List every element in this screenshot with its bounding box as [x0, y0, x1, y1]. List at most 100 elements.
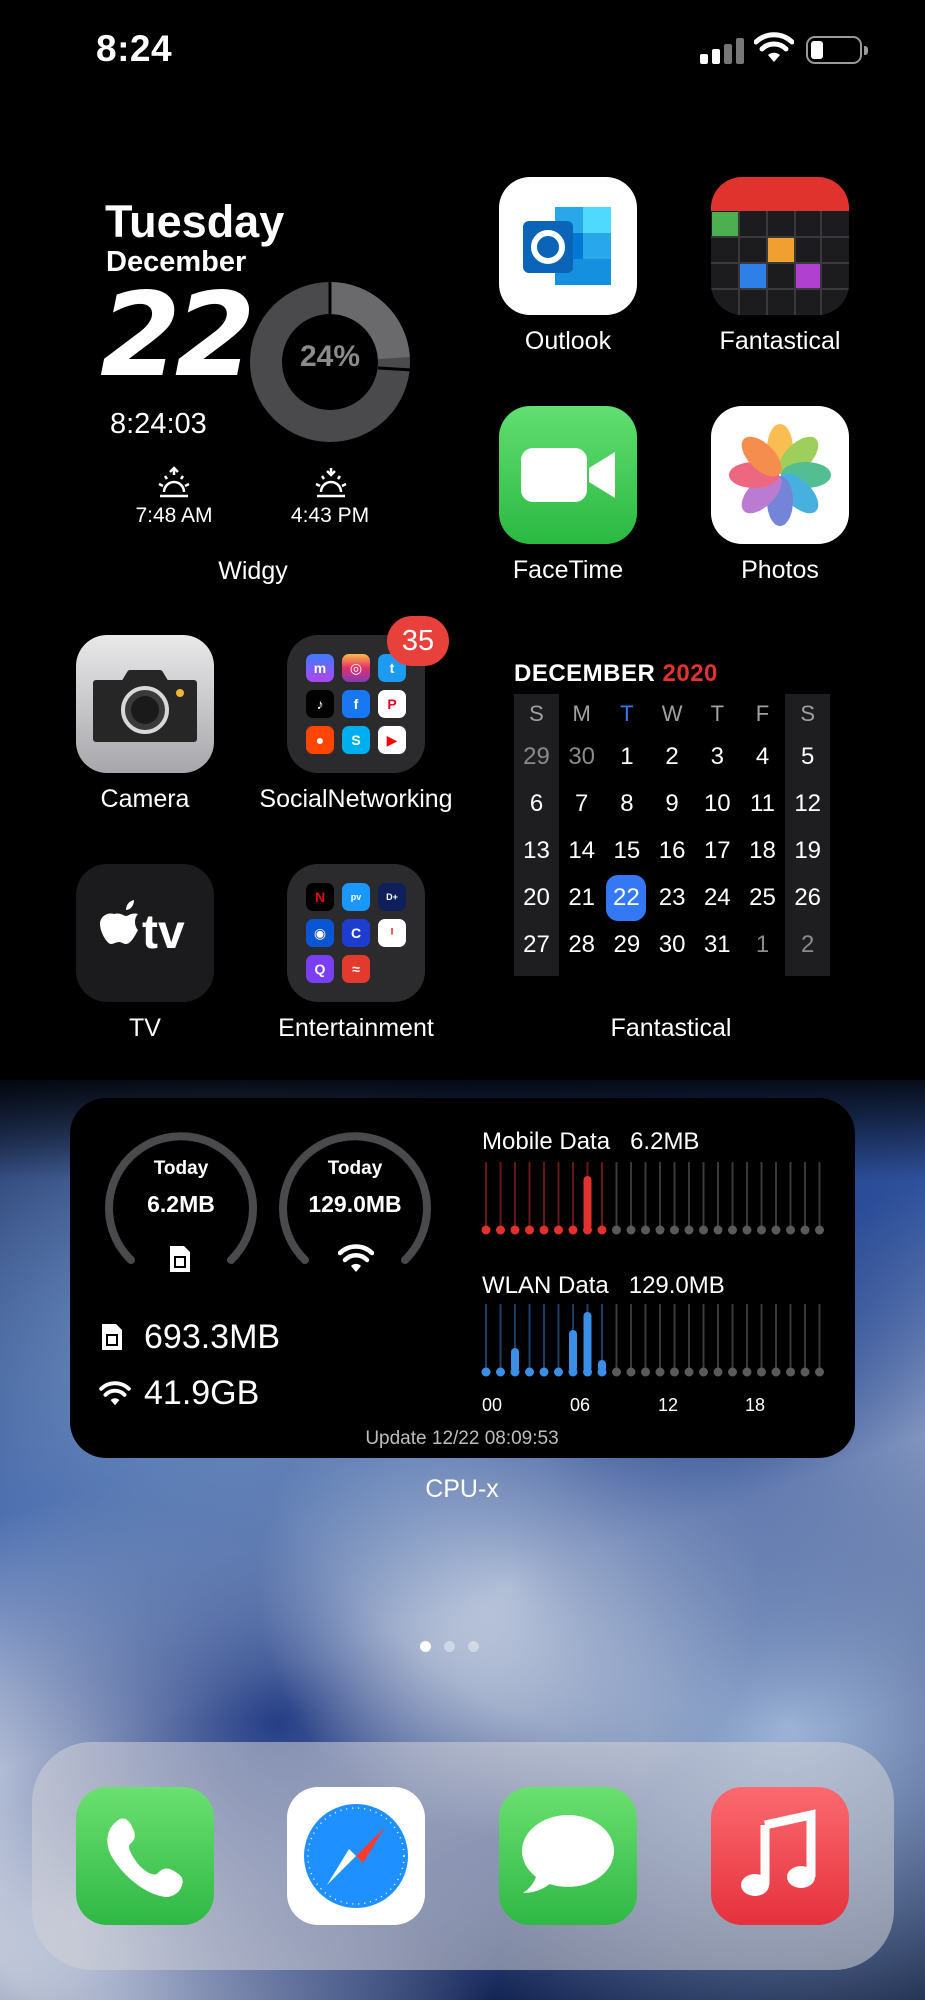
page-dot-active[interactable]	[420, 1641, 431, 1652]
chart-point	[554, 1225, 563, 1235]
chart-point	[612, 1367, 621, 1377]
camera-app-icon[interactable]	[76, 635, 214, 773]
fantastical-app-icon[interactable]	[711, 177, 849, 315]
mobile-today-value: 6.2MB	[147, 1191, 215, 1217]
calendar-day[interactable]: 6	[514, 781, 559, 827]
outlook-label: Outlook	[524, 327, 612, 355]
calendar-day[interactable]: 30	[650, 922, 695, 968]
mobile-data-title: Mobile Data 6.2MB	[482, 1128, 699, 1156]
photos-app-icon[interactable]	[711, 406, 849, 544]
calendar-day[interactable]: 23	[650, 875, 695, 921]
calendar-day[interactable]: 1	[740, 922, 785, 968]
calendar-day[interactable]: 7	[559, 781, 604, 827]
chart-point	[583, 1225, 592, 1235]
hour-label: 12	[658, 1395, 679, 1415]
wlan-today-value: 129.0MB	[308, 1191, 402, 1217]
widgy-day: Tuesday	[105, 196, 285, 247]
calendar-day[interactable]: 3	[695, 734, 740, 780]
calendar-day[interactable]: 22	[606, 875, 647, 921]
calendar-day[interactable]: 29	[514, 734, 559, 780]
calendar-day[interactable]: 9	[650, 781, 695, 827]
calendar-day[interactable]: 25	[740, 875, 785, 921]
chart-point	[699, 1367, 708, 1377]
social-networking-label: SocialNetworking	[259, 785, 453, 813]
calendar-day[interactable]: 21	[559, 875, 604, 921]
sunset-time: 4:43 PM	[290, 504, 370, 527]
chart-point	[626, 1225, 636, 1235]
sunrise-time: 7:48 AM	[135, 504, 213, 527]
chart-point	[597, 1367, 607, 1377]
skype-icon: S	[342, 726, 370, 754]
chart-point	[568, 1367, 578, 1377]
calendar-day[interactable]: 26	[785, 875, 830, 921]
calendar-weekday: W	[661, 701, 683, 726]
hour-axis: 00 06 12 18	[482, 1395, 765, 1417]
status-time: 8:24	[96, 28, 173, 69]
chart-bar	[583, 1176, 592, 1230]
messages-icon[interactable]	[499, 1787, 637, 1925]
battery-percent: 24%	[299, 340, 361, 373]
outlook-app-icon[interactable]	[499, 177, 637, 315]
calendar-day[interactable]: 28	[559, 922, 604, 968]
chart-point	[510, 1367, 520, 1377]
calendar-day[interactable]: 27	[514, 922, 559, 968]
chart-point	[670, 1367, 679, 1377]
page-dot[interactable]	[468, 1641, 479, 1652]
chart-point	[481, 1225, 491, 1235]
calendar-day[interactable]: 10	[695, 781, 740, 827]
wlan-data-value: 129.0MB	[628, 1272, 725, 1299]
chart-point	[670, 1225, 679, 1235]
disney-plus-icon: D+	[378, 883, 406, 911]
calendar-day[interactable]: 1	[604, 734, 649, 780]
instagram-icon: ◎	[342, 654, 370, 682]
chart-point	[655, 1225, 665, 1235]
crunchyroll-icon: C	[342, 919, 370, 947]
calendar-day[interactable]: 14	[559, 828, 604, 874]
calendar-day[interactable]: 11	[740, 781, 785, 827]
prime-video-icon: pv	[342, 883, 370, 911]
pinterest-icon: P	[378, 690, 406, 718]
chart-point	[481, 1367, 491, 1377]
calendar-day[interactable]: 17	[695, 828, 740, 874]
youtube-icon: ▶	[378, 726, 406, 754]
chart-point	[800, 1225, 810, 1235]
calendar-day[interactable]: 13	[514, 828, 559, 874]
chart-point	[713, 1367, 723, 1377]
notification-badge: 35	[387, 616, 449, 666]
entertainment-folder[interactable]: N pv D+ ◉ C ᴵ Q ≈	[287, 864, 425, 1002]
calendar-day[interactable]: 4	[740, 734, 785, 780]
safari-icon[interactable]	[287, 1787, 425, 1925]
calendar-day[interactable]: 12	[785, 781, 830, 827]
calendar-day[interactable]: 16	[650, 828, 695, 874]
funimation-icon: Q	[306, 955, 334, 983]
calendar-day[interactable]: 18	[740, 828, 785, 874]
calendar-day[interactable]: 15	[604, 828, 649, 874]
calendar-day[interactable]: 2	[785, 922, 830, 968]
calendar-day[interactable]: 19	[785, 828, 830, 874]
chart-point	[626, 1367, 636, 1377]
facetime-app-icon[interactable]	[499, 406, 637, 544]
calendar-day[interactable]: 20	[514, 875, 559, 921]
calendar-day[interactable]: 5	[785, 734, 830, 780]
sim-card-icon	[170, 1246, 190, 1272]
calendar-day[interactable]: 24	[695, 875, 740, 921]
tv-app-icon[interactable]: tv	[76, 864, 214, 1002]
music-icon[interactable]	[711, 1787, 849, 1925]
calendar-day[interactable]: 30	[559, 734, 604, 780]
calendar-day[interactable]: 31	[695, 922, 740, 968]
calendar-day[interactable]: 2	[650, 734, 695, 780]
chart-bar	[569, 1330, 577, 1372]
chart-point	[554, 1367, 563, 1377]
chart-point	[539, 1225, 549, 1235]
phone-icon[interactable]	[76, 1787, 214, 1925]
mobile-data-chart	[481, 1162, 824, 1235]
widgy-date: 22	[100, 268, 255, 403]
chart-point	[568, 1225, 578, 1235]
calendar-day[interactable]: 29	[604, 922, 649, 968]
entertainment-label: Entertainment	[278, 1014, 434, 1042]
wifi-status-icon	[754, 32, 794, 62]
calendar-day[interactable]: 8	[604, 781, 649, 827]
calendar-weekday: S	[800, 701, 816, 726]
page-dot[interactable]	[444, 1641, 455, 1652]
wlan-today-label: Today	[327, 1158, 383, 1179]
